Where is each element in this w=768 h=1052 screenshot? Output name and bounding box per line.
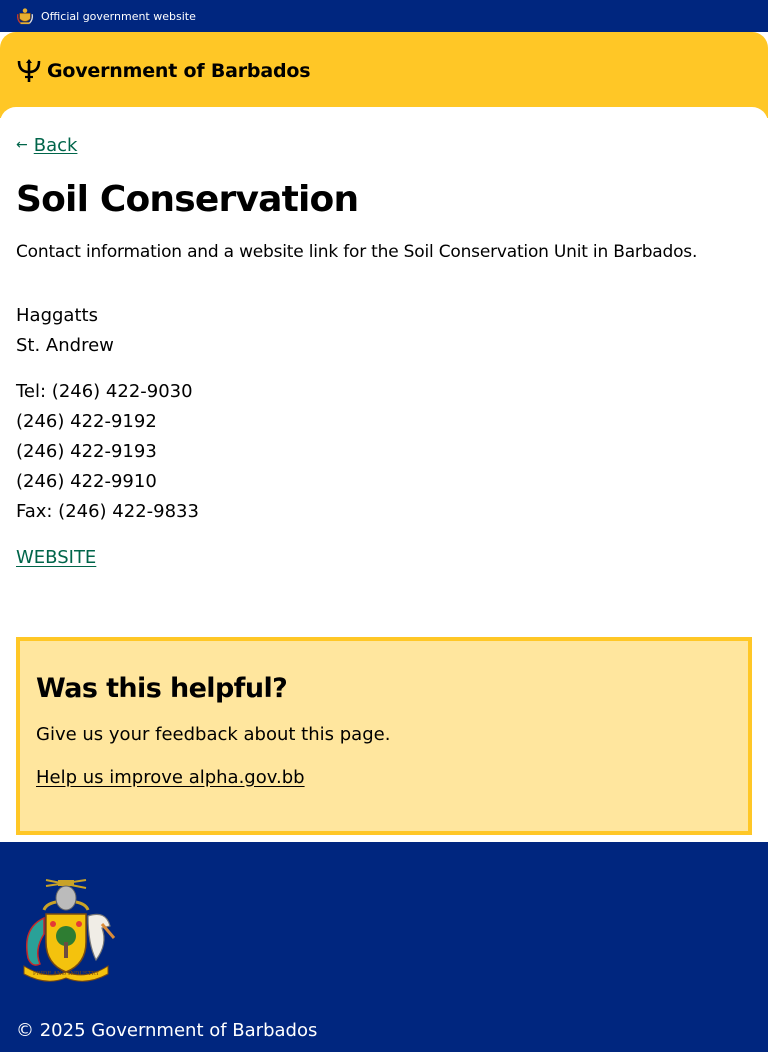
fax-line: Fax: (246) 422-9833	[16, 501, 199, 523]
feedback-link[interactable]: Help us improve alpha.gov.bb	[36, 767, 305, 788]
back-link-row: ← Back	[16, 133, 752, 157]
feedback-panel: Was this helpful? Give us your feedback …	[16, 637, 752, 836]
phone-block: Tel: (246) 422-9030 (246) 422-9192 (246)…	[16, 377, 752, 527]
site-logo-link[interactable]: Government of Barbados	[16, 58, 311, 84]
feedback-text: Give us your feedback about this page.	[36, 723, 391, 745]
site-name: Government of Barbados	[47, 60, 311, 82]
phone-line: (246) 422-9910	[16, 471, 157, 493]
coat-of-arms-icon	[16, 8, 34, 25]
svg-text:PRIDE AND INDUSTRY: PRIDE AND INDUSTRY	[33, 971, 100, 977]
arrow-left-icon: ←	[16, 137, 28, 153]
website-row: WEBSITE	[16, 543, 752, 573]
main-content: ← Back Soil Conservation Contact informa…	[0, 107, 768, 853]
site-footer: PRIDE AND INDUSTRY © 2025 Government of …	[0, 842, 768, 1052]
copyright-text: © 2025 Government of Barbados	[16, 1020, 318, 1041]
official-banner: Official government website	[0, 0, 768, 32]
phone-line: (246) 422-9193	[16, 441, 157, 463]
phone-line: (246) 422-9192	[16, 411, 157, 433]
page-lead: Contact information and a website link f…	[16, 242, 698, 263]
address-line: Haggatts	[16, 305, 98, 327]
feedback-heading: Was this helpful?	[36, 673, 288, 705]
official-website-label: Official government website	[41, 9, 196, 23]
website-link[interactable]: WEBSITE	[16, 547, 96, 568]
page-title: Soil Conservation	[16, 179, 359, 220]
site-header: Government of Barbados	[0, 32, 768, 118]
trident-icon	[17, 59, 41, 82]
back-link[interactable]: Back	[34, 135, 78, 156]
phone-line: Tel: (246) 422-9030	[16, 381, 193, 403]
coat-of-arms-icon: PRIDE AND INDUSTRY	[23, 879, 116, 982]
address-block: Haggatts St. Andrew	[16, 301, 752, 361]
address-line: St. Andrew	[16, 335, 114, 357]
